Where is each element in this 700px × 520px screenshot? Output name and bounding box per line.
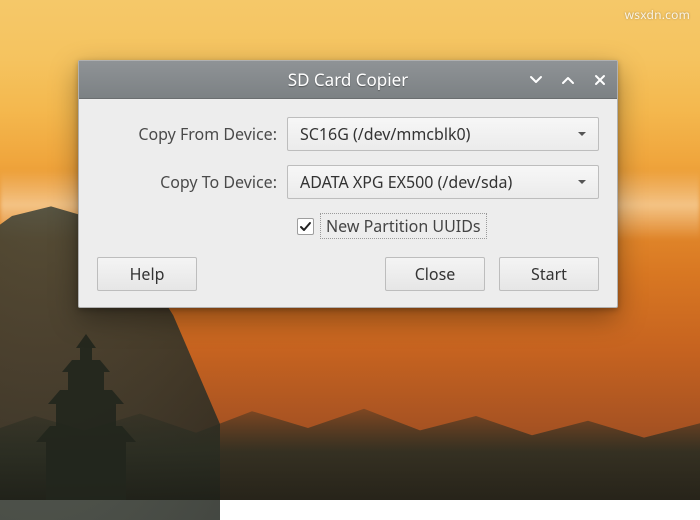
close-icon	[593, 73, 607, 87]
caret-down-icon	[576, 128, 588, 140]
copy-to-device-dropdown[interactable]: ADATA XPG EX500 (/dev/sda)	[287, 165, 599, 199]
minimize-button[interactable]	[527, 71, 545, 89]
window-title: SD Card Copier	[288, 68, 408, 91]
copy-to-row: Copy To Device: ADATA XPG EX500 (/dev/sd…	[97, 165, 599, 199]
checkmark-icon	[299, 220, 312, 233]
start-button[interactable]: Start	[499, 257, 599, 291]
titlebar[interactable]: SD Card Copier	[79, 61, 617, 99]
dialog-content: Copy From Device: SC16G (/dev/mmcblk0) C…	[79, 99, 617, 307]
window-controls	[527, 61, 609, 98]
close-button[interactable]	[591, 71, 609, 89]
dialog-window: SD Card Copier Copy From Device: SC16G (…	[78, 60, 618, 308]
chevron-up-icon	[561, 73, 575, 87]
button-row: Help Close Start	[97, 257, 599, 291]
copy-from-device-dropdown[interactable]: SC16G (/dev/mmcblk0)	[287, 117, 599, 151]
chevron-down-icon	[529, 73, 543, 87]
caret-down-icon	[576, 176, 588, 188]
maximize-button[interactable]	[559, 71, 577, 89]
watermark-text: wsxdn.com	[625, 6, 690, 23]
close-dialog-button[interactable]: Close	[385, 257, 485, 291]
new-partition-uuids-checkbox[interactable]	[297, 218, 314, 235]
copy-from-label: Copy From Device:	[97, 123, 287, 145]
copy-to-label: Copy To Device:	[97, 171, 287, 193]
wallpaper-temple-silhouette	[26, 330, 146, 500]
copy-from-device-value: SC16G (/dev/mmcblk0)	[300, 123, 470, 145]
copy-to-device-value: ADATA XPG EX500 (/dev/sda)	[300, 171, 512, 193]
copy-from-row: Copy From Device: SC16G (/dev/mmcblk0)	[97, 117, 599, 151]
new-partition-uuids-label[interactable]: New Partition UUIDs	[320, 213, 487, 239]
new-partition-uuids-row: New Partition UUIDs	[97, 213, 599, 239]
help-button[interactable]: Help	[97, 257, 197, 291]
